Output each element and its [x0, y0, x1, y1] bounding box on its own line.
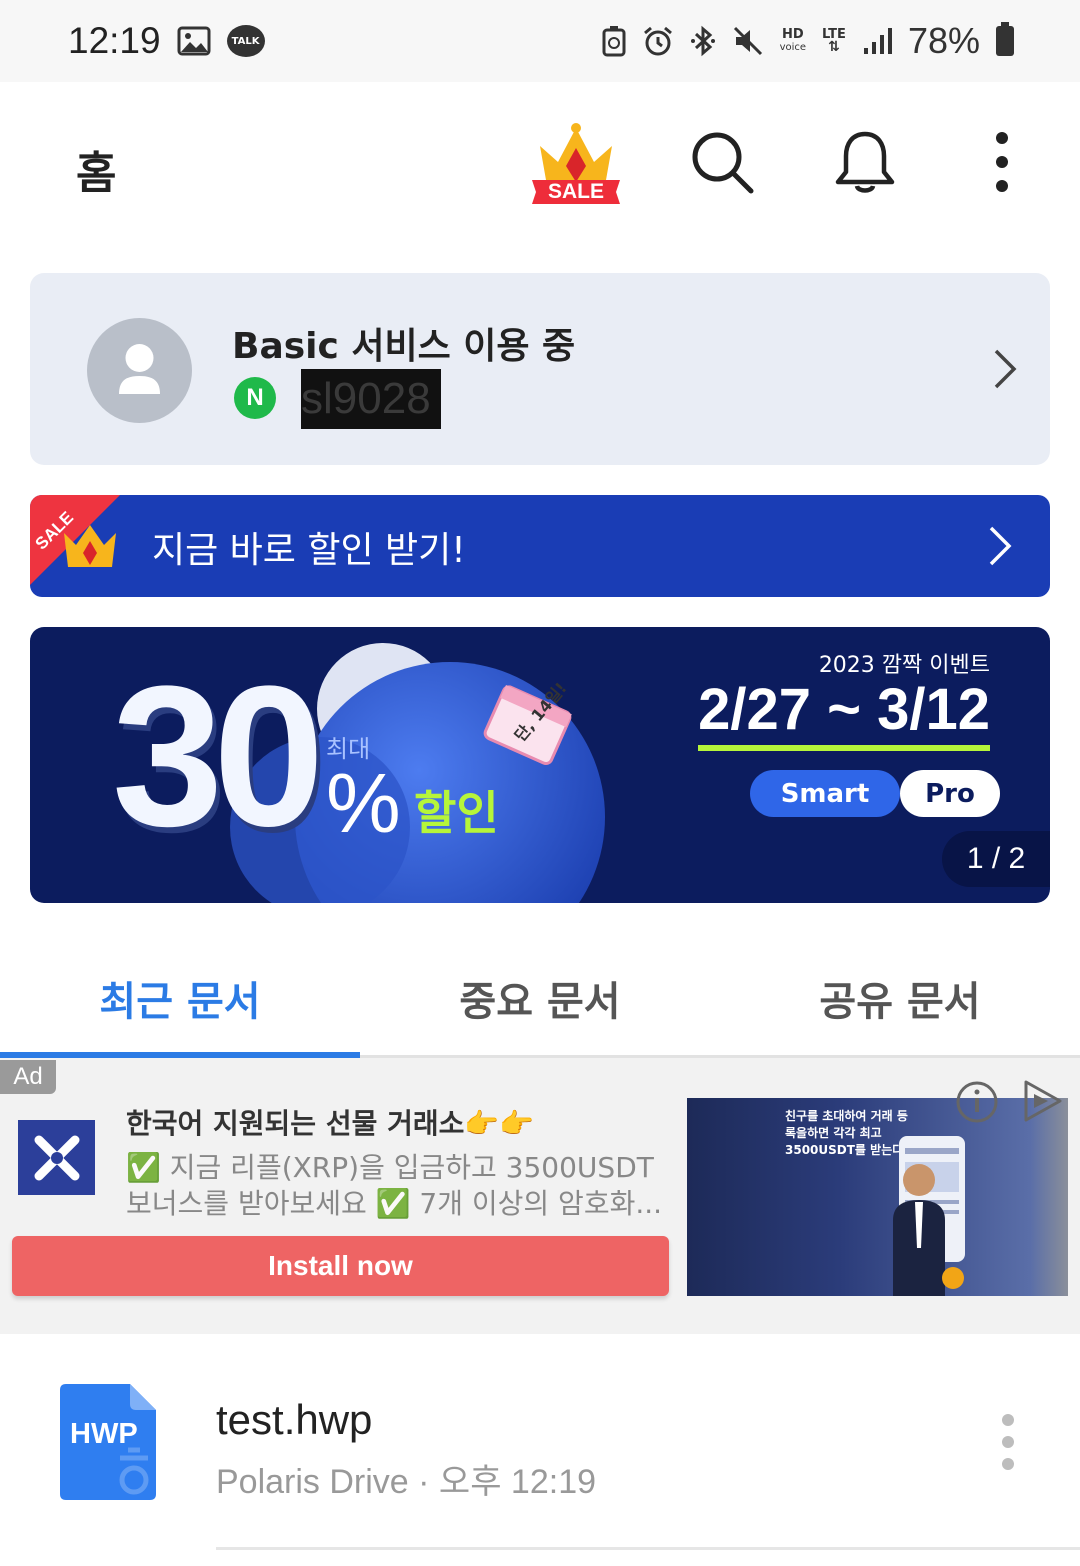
status-bar-left: 12:19 TALK	[68, 20, 265, 62]
alarm-icon	[643, 26, 672, 56]
signal-icon	[863, 28, 892, 54]
page-title: 홈	[76, 148, 117, 199]
discount-banner-text: 지금 바로 할인 받기!	[152, 530, 466, 571]
file-name: test.hwp	[216, 1396, 373, 1443]
crown-icon	[64, 525, 116, 567]
ad-title[interactable]: 한국어 지원되는 선물 거래소👉👉	[126, 1102, 534, 1142]
chevron-right-icon	[989, 526, 1012, 566]
notifications-button[interactable]	[830, 128, 900, 198]
user-id: sl9028	[301, 369, 441, 429]
search-button[interactable]	[688, 128, 758, 198]
search-icon	[692, 132, 754, 194]
data-arrows-icon: ⇅	[828, 39, 840, 55]
exchange-logo-icon	[34, 1135, 79, 1180]
ad-description[interactable]: ✅ 지금 리플(XRP)을 입금하고 3500USDT 보너스를 받아보세요 ✅…	[126, 1150, 666, 1222]
ad-tag: Ad	[0, 1060, 56, 1094]
naver-login-badge: N	[234, 377, 276, 419]
bell-icon	[835, 131, 895, 193]
plan-pill-pro: Pro	[900, 770, 1000, 817]
hd-voice-indicator: HD voice	[780, 28, 806, 54]
status-bar-right: HD voice LTE ⇅ 78%	[602, 20, 1014, 62]
ad-image[interactable]: 친구를 초대하여 거래 등록을하면 각각 최고 3500USDT를 받는다.	[687, 1098, 1068, 1296]
coin-icon	[942, 1267, 964, 1289]
install-now-button[interactable]: Install now	[12, 1236, 669, 1296]
battery-percent: 78%	[907, 20, 980, 61]
promo-sale-label: 할인	[414, 786, 499, 840]
ad-logo[interactable]	[18, 1120, 95, 1195]
hd-label: HD	[781, 27, 804, 42]
status-bar: 12:19 TALK HD voice LTE ⇅ 78%	[0, 0, 1080, 82]
clock: 12:19	[68, 20, 161, 61]
tab-shared-documents[interactable]: 공유 문서	[720, 940, 1080, 1055]
voice-label: voice	[779, 42, 807, 53]
mute-icon	[733, 26, 762, 56]
app-header: 홈 SALE	[0, 82, 1080, 252]
divider	[216, 1547, 1080, 1550]
talk-icon: TALK	[226, 25, 265, 57]
chevron-right-icon	[994, 349, 1017, 389]
ad-choices-icon[interactable]	[1022, 1078, 1066, 1124]
file-type-label: HWP	[70, 1418, 138, 1450]
battery-saver-icon	[602, 26, 626, 57]
document-tabs: 최근 문서 중요 문서 공유 문서	[0, 940, 1080, 1058]
gallery-icon	[177, 26, 211, 56]
promo-event-label: 2023 깜짝 이벤트	[818, 653, 990, 678]
sale-badge-label: SALE	[547, 180, 604, 203]
list-item[interactable]: HWP test.hwp Polaris Drive · 오후 12:19	[0, 1334, 1080, 1550]
tab-recent-documents[interactable]: 최근 문서	[0, 940, 360, 1058]
user-icon	[119, 344, 160, 394]
battery-icon	[996, 22, 1014, 56]
more-vertical-icon	[996, 132, 1008, 192]
plan-status: Basic 서비스 이용 중	[232, 326, 576, 367]
file-meta: Polaris Drive · 오후 12:19	[216, 1463, 597, 1501]
file-more-icon[interactable]	[990, 1412, 1026, 1472]
tab-important-documents[interactable]: 중요 문서	[360, 940, 720, 1055]
avatar	[87, 318, 192, 423]
more-options-button[interactable]	[985, 128, 1019, 198]
ad-image-text: 친구를 초대하여 거래 등록을하면 각각 최고 3500USDT를 받는다.	[785, 1109, 908, 1157]
bluetooth-icon	[690, 25, 715, 57]
plan-pill-smart: Smart	[750, 770, 900, 817]
ad-block[interactable]: Ad 한국어 지원되는 선물 거래소👉👉 ✅ 지금 리플(XRP)을 입금하고 …	[0, 1058, 1080, 1334]
promo-banner[interactable]: 단, 14일! 30 최대 % 할인 2023 깜짝 이벤트 2/27 ~ 3/…	[30, 627, 1050, 903]
lte-indicator: LTE ⇅	[822, 28, 846, 54]
promo-dates: 2/27 ~ 3/12	[698, 677, 990, 751]
sale-crown-button[interactable]: SALE	[528, 122, 624, 210]
carousel-page-indicator: 1 / 2	[942, 831, 1050, 887]
promo-big-number: 30	[112, 645, 324, 868]
ad-info-icon[interactable]	[955, 1080, 999, 1124]
promo-percent: %	[326, 756, 401, 850]
account-card[interactable]: Basic 서비스 이용 중 N sl9028	[30, 273, 1050, 465]
discount-banner[interactable]: SALE 지금 바로 할인 받기!	[30, 495, 1050, 597]
file-list: HWP test.hwp Polaris Drive · 오후 12:19	[0, 1334, 1080, 1566]
